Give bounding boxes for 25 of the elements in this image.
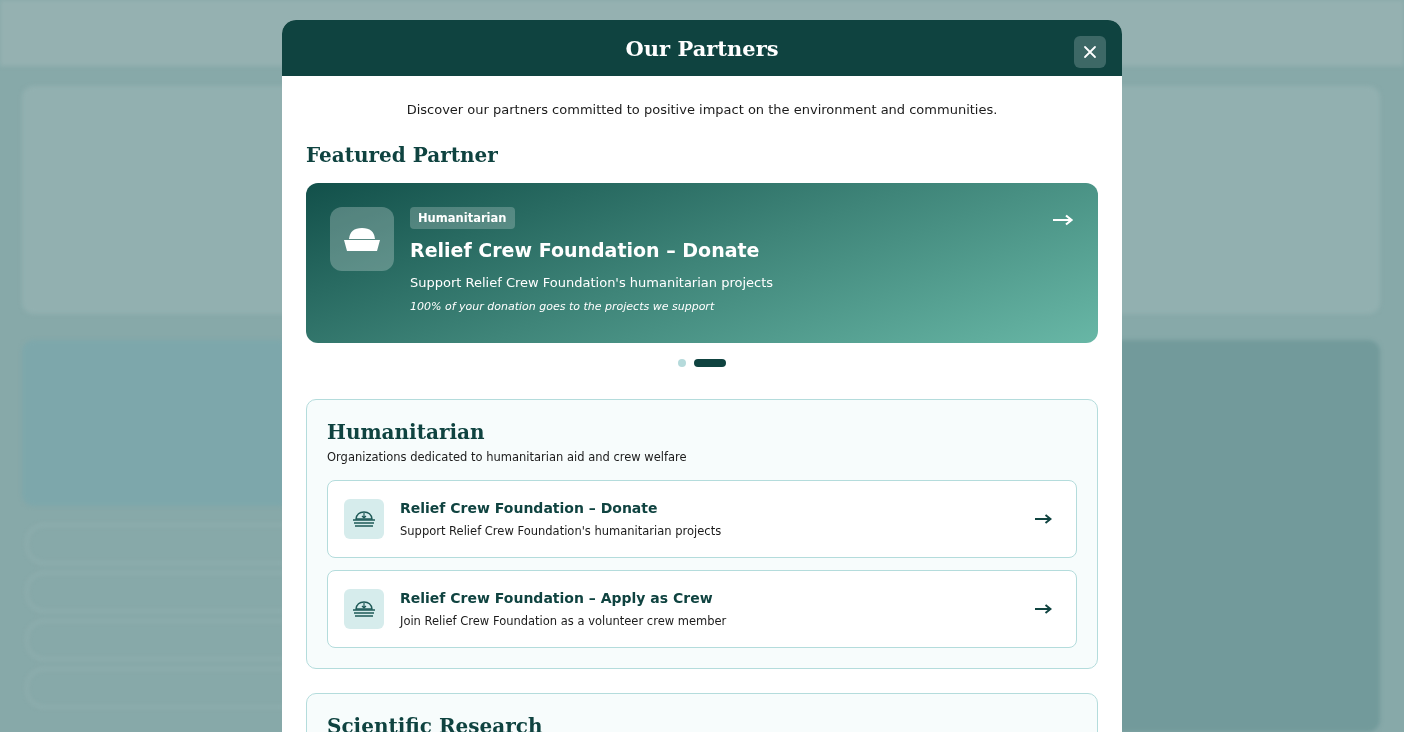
category-tag: Humanitarian	[410, 207, 515, 229]
dialog-title: Our Partners	[625, 35, 779, 61]
partner-description: Support Relief Crew Foundation's humanitarian projects	[400, 524, 723, 538]
hat-icon	[351, 509, 377, 529]
category-description: Organizations dedicated to humanitarian aid and crew welfare	[327, 450, 688, 464]
partner-name: Relief Crew Foundation – Donate	[400, 500, 659, 516]
arrow-icon	[1034, 513, 1052, 525]
partner-name: Relief Crew Foundation – Apply as Crew	[400, 590, 714, 606]
category-title: Humanitarian	[327, 420, 486, 444]
partner-description: Support Relief Crew Foundation's humanitarian projects	[410, 275, 774, 290]
arrow-icon	[1034, 603, 1052, 615]
arrow-icon	[1052, 214, 1074, 226]
hat-icon	[342, 225, 382, 253]
partner-name: Relief Crew Foundation – Donate	[410, 239, 760, 261]
section-heading: Featured Partner	[306, 143, 499, 167]
hat-icon	[351, 599, 377, 619]
featured-card[interactable]: Humanitarian Relief Crew Foundation – Donate Support Relief Crew Foundation's humanitarian projects 100% of your donation goes to the projects we support	[306, 183, 1098, 343]
partner-item[interactable]: Relief Crew Foundation – Apply as Crew Join Relief Crew Foundation as a volunteer crew member	[327, 570, 1077, 648]
intro-text: Discover our partners committed to positive impact on the environment and communities.	[405, 101, 999, 119]
donation-note: 100% of your donation goes to the projects we support	[410, 300, 715, 313]
carousel-dot[interactable]	[678, 359, 686, 367]
close-icon	[1083, 45, 1097, 59]
partner-item[interactable]: Relief Crew Foundation – Donate Support Relief Crew Foundation's humanitarian projects	[327, 480, 1077, 558]
partner-description: Join Relief Crew Foundation as a volunteer crew member	[400, 614, 728, 628]
close-button[interactable]	[1074, 36, 1106, 68]
